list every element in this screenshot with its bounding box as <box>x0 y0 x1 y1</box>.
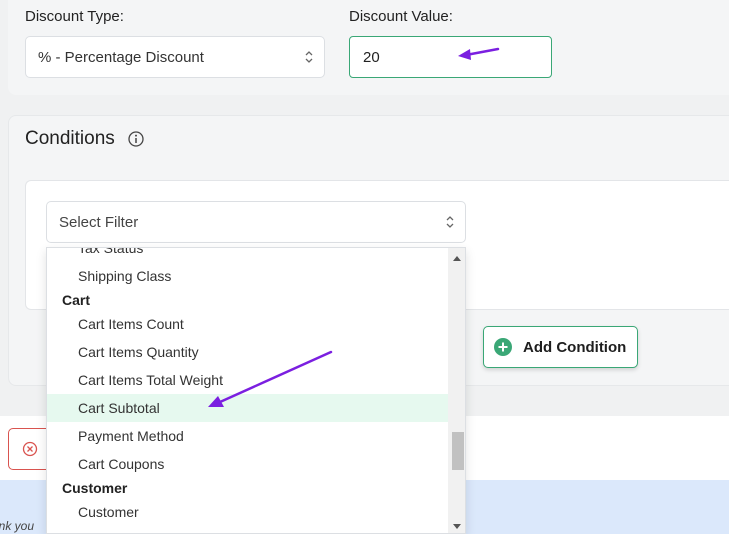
discount-type-select[interactable]: % - Percentage Discount <box>25 36 325 78</box>
dropdown-option-label: Cart Coupons <box>78 456 165 472</box>
discount-value-input[interactable]: 20 <box>349 36 552 78</box>
filter-select-placeholder: Select Filter <box>59 213 139 231</box>
footer-text: ank you <box>0 519 35 533</box>
dropdown-option-label: Cart Items Quantity <box>78 344 199 360</box>
dropdown-option-highlighted[interactable]: Cart Subtotal <box>47 394 450 422</box>
dropdown-option[interactable]: Payment Method <box>47 422 450 450</box>
dropdown-option[interactable]: Shipping Class <box>47 262 450 290</box>
dropdown-option-label: Cart Subtotal <box>78 400 160 416</box>
dropdown-group-label: Customer <box>62 480 128 496</box>
scroll-up-icon[interactable] <box>453 256 461 261</box>
chevron-updown-icon <box>446 216 454 228</box>
dropdown-option[interactable]: Cart Items Quantity <box>47 338 450 366</box>
dropdown-option[interactable]: Tax Status <box>47 247 450 262</box>
add-condition-label: Add Condition <box>523 338 627 356</box>
dropdown-option-label: Customer <box>78 504 139 520</box>
conditions-title: Conditions <box>25 128 115 149</box>
dropdown-option-label: Cart Items Count <box>78 316 184 332</box>
dropdown-group-label: Cart <box>62 292 91 308</box>
close-circle-icon <box>22 441 38 457</box>
discount-value-label: Discount Value: <box>349 8 453 25</box>
dropdown-option-label: Tax Status <box>78 247 144 256</box>
dropdown-group-header: Cart <box>47 290 450 310</box>
dropdown-option[interactable]: Customer <box>47 498 450 526</box>
scrollbar-thumb[interactable] <box>452 432 464 470</box>
discount-type-value: % - Percentage Discount <box>38 48 204 66</box>
plus-circle-icon <box>494 338 512 356</box>
dropdown-option-label: Payment Method <box>78 428 184 444</box>
dropdown-option-label: Cart Items Total Weight <box>78 372 223 388</box>
dropdown-option-label: Shipping Class <box>78 268 172 284</box>
add-condition-button[interactable]: Add Condition <box>483 326 638 368</box>
dropdown-option[interactable]: Cart Items Total Weight <box>47 366 450 394</box>
filter-select[interactable]: Select Filter <box>46 201 466 243</box>
discount-value-text: 20 <box>363 48 380 66</box>
discount-type-label: Discount Type: <box>25 8 124 25</box>
filter-dropdown-list[interactable]: Tax Status Shipping Class Cart Cart Item… <box>46 247 466 534</box>
scroll-down-icon[interactable] <box>453 524 461 529</box>
dropdown-scrollbar[interactable] <box>448 248 465 533</box>
info-icon[interactable] <box>128 131 144 147</box>
chevron-updown-icon <box>305 51 313 63</box>
dropdown-group-header: Customer <box>47 478 450 498</box>
dropdown-option[interactable]: Cart Coupons <box>47 450 450 478</box>
dropdown-option[interactable]: Cart Items Count <box>47 310 450 338</box>
